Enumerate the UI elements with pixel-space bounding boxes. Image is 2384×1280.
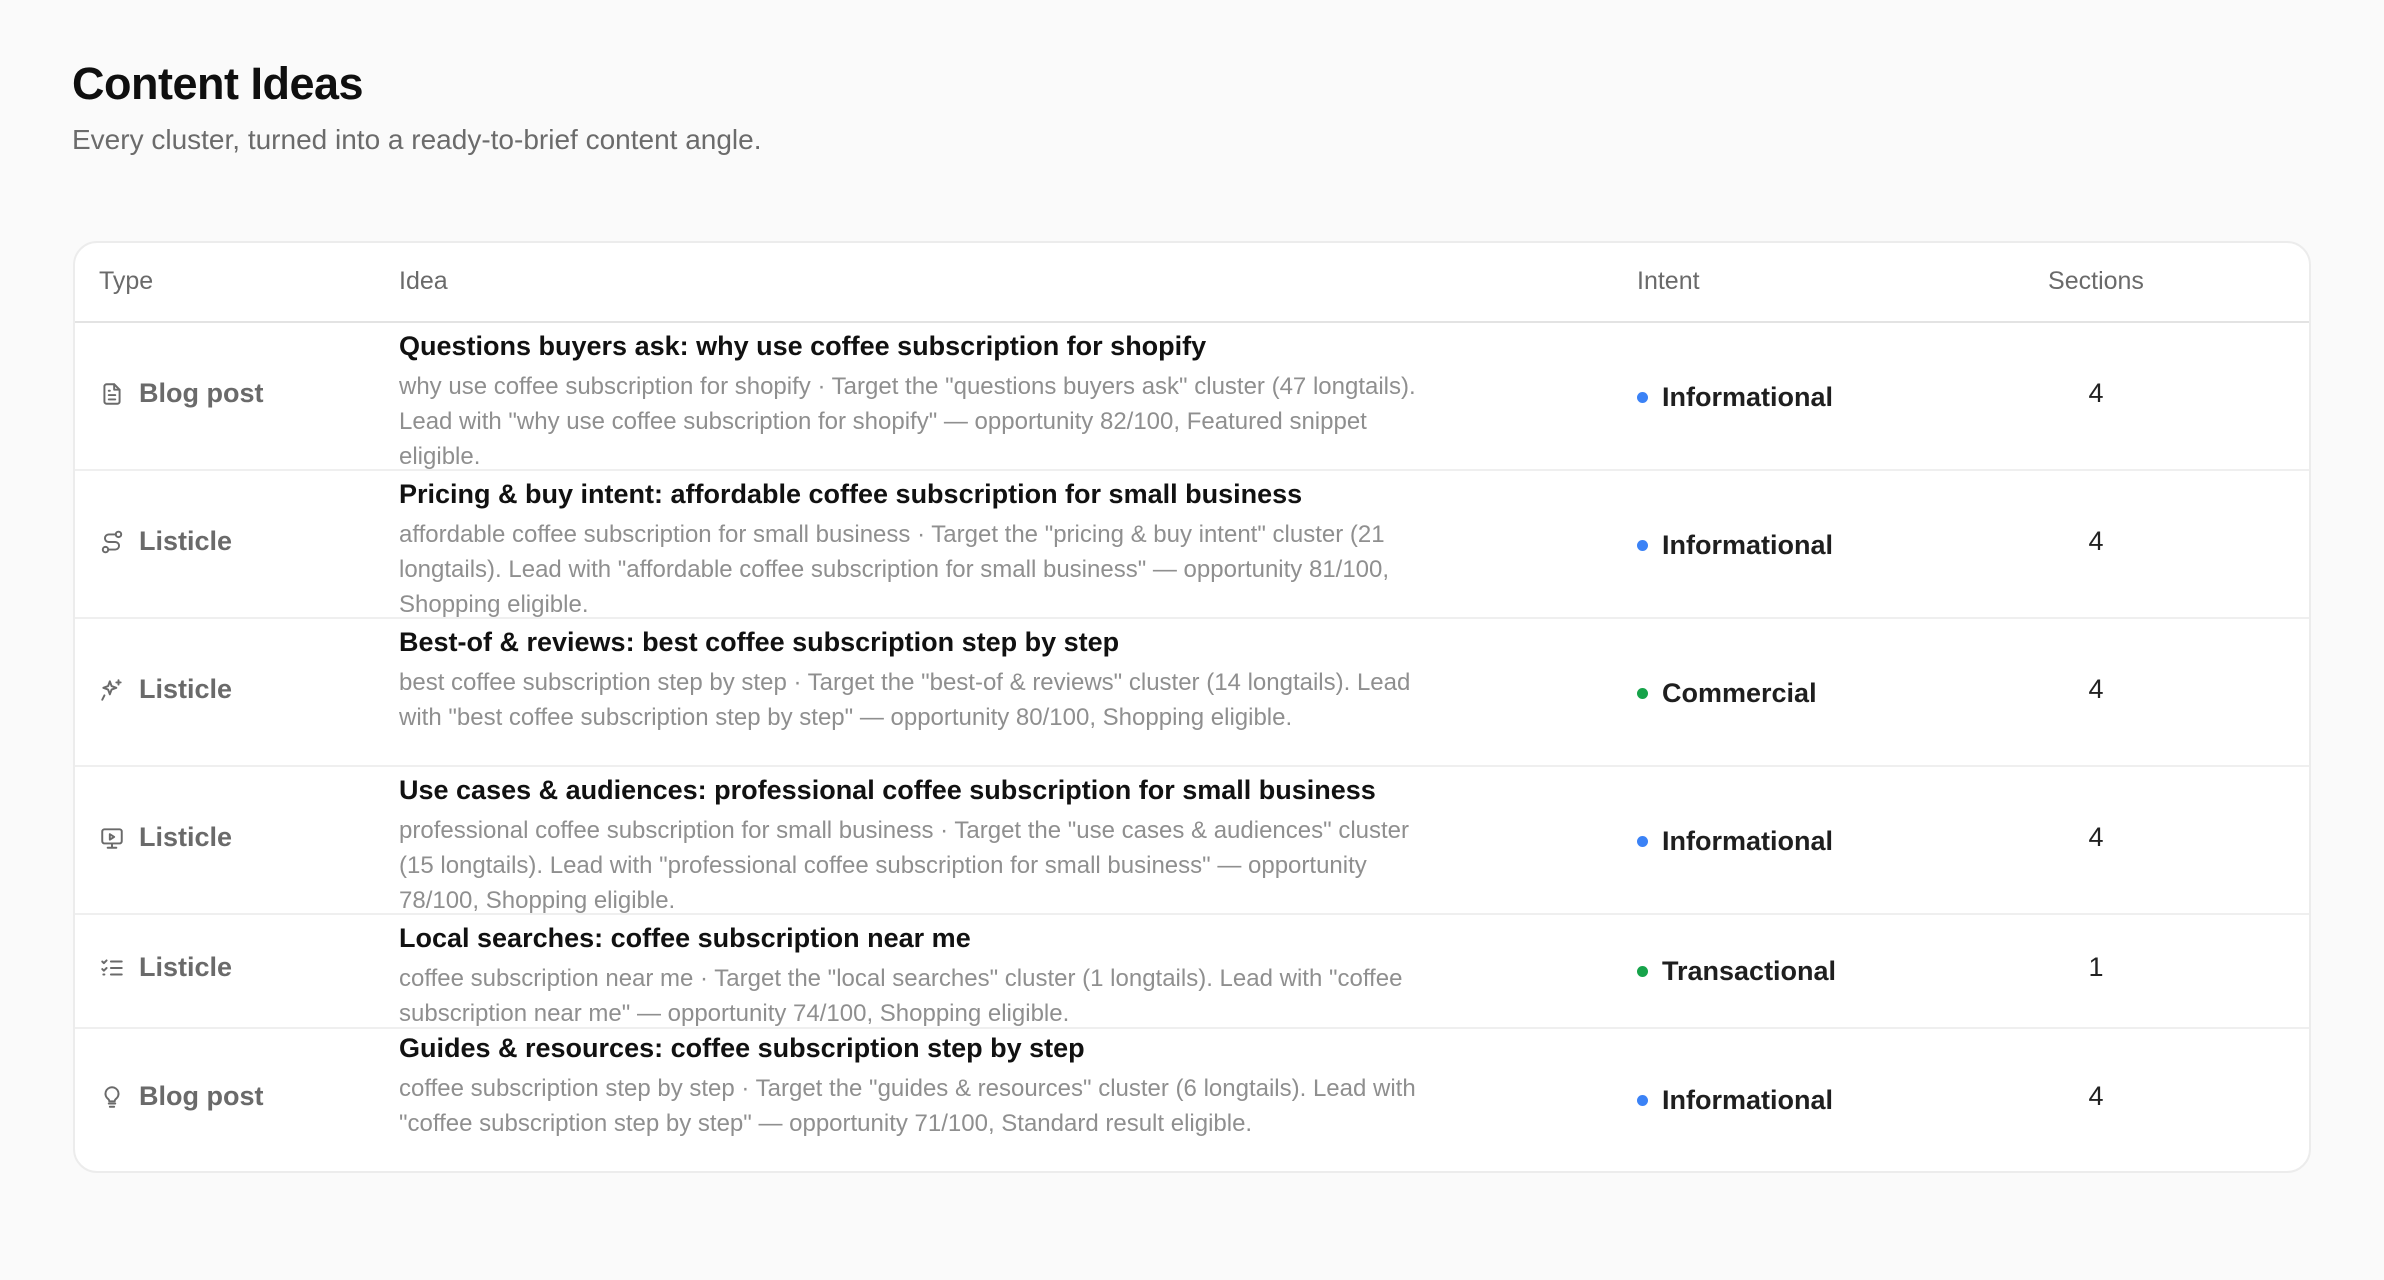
idea-cell: Use cases & audiences: professional coff… — [399, 773, 1439, 918]
intent-label: Transactional — [1662, 956, 1837, 986]
intent-dot — [1637, 836, 1648, 847]
sections-count: 4 — [2088, 822, 2104, 852]
page-title: Content Ideas — [72, 58, 364, 109]
route-icon — [99, 529, 125, 555]
type-cell: Blog post — [99, 378, 263, 409]
intent-cell: Informational — [1637, 382, 1833, 413]
content-ideas-table: Type Idea Intent Sections Blog post Ques… — [73, 241, 2311, 1173]
idea-description: best coffee subscription step by step · … — [399, 669, 1411, 731]
type-label: Listicle — [139, 526, 233, 556]
intent-label: Informational — [1662, 1085, 1834, 1115]
checklist-icon — [99, 955, 125, 981]
sections-count: 1 — [2088, 952, 2104, 982]
document-icon — [99, 381, 125, 407]
sections-count: 4 — [2088, 378, 2104, 408]
column-header-type[interactable]: Type — [99, 267, 153, 296]
type-cell: Listicle — [99, 526, 232, 557]
idea-description: affordable coffee subscription for small… — [399, 521, 1390, 618]
idea-title[interactable]: Use cases & audiences: professional coff… — [399, 773, 1439, 807]
type-label: Blog post — [139, 1081, 264, 1111]
intent-cell: Informational — [1637, 826, 1833, 857]
table-row[interactable]: Listicle Best-of & reviews: best coffee … — [75, 619, 2309, 767]
type-label: Listicle — [139, 952, 233, 982]
idea-title[interactable]: Best-of & reviews: best coffee subscript… — [399, 625, 1439, 659]
type-label: Listicle — [139, 822, 233, 852]
intent-dot — [1637, 688, 1648, 699]
idea-title[interactable]: Questions buyers ask: why use coffee sub… — [399, 329, 1439, 363]
type-label: Listicle — [139, 674, 233, 704]
idea-title[interactable]: Guides & resources: coffee subscription … — [399, 1031, 1439, 1065]
table-row[interactable]: Listicle Pricing & buy intent: affordabl… — [75, 471, 2309, 619]
column-header-idea[interactable]: Idea — [399, 267, 448, 296]
intent-cell: Transactional — [1637, 956, 1836, 987]
presentation-icon — [99, 825, 125, 851]
column-header-sections[interactable]: Sections — [2009, 267, 2183, 296]
intent-cell: Informational — [1637, 1085, 1833, 1116]
idea-cell: Local searches: coffee subscription near… — [399, 921, 1439, 1031]
intent-label: Informational — [1662, 382, 1834, 412]
idea-description: coffee subscription near me · Target the… — [399, 965, 1403, 1027]
idea-description: why use coffee subscription for shopify … — [399, 373, 1416, 470]
idea-description: professional coffee subscription for sma… — [399, 817, 1410, 914]
intent-label: Commercial — [1662, 678, 1817, 708]
idea-cell: Questions buyers ask: why use coffee sub… — [399, 329, 1439, 474]
type-label: Blog post — [139, 378, 264, 408]
table-header: Type Idea Intent Sections — [75, 243, 2309, 323]
intent-dot — [1637, 540, 1648, 551]
table-row[interactable]: Blog post Guides & resources: coffee sub… — [75, 1029, 2309, 1171]
idea-cell: Pricing & buy intent: affordable coffee … — [399, 477, 1439, 622]
idea-cell: Guides & resources: coffee subscription … — [399, 1031, 1439, 1141]
content-ideas-page: Content Ideas Every cluster, turned into… — [0, 0, 2384, 1280]
idea-title[interactable]: Pricing & buy intent: affordable coffee … — [399, 477, 1439, 511]
intent-label: Informational — [1662, 826, 1834, 856]
column-header-intent[interactable]: Intent — [1637, 267, 1700, 296]
table-row[interactable]: Blog post Questions buyers ask: why use … — [75, 323, 2309, 471]
type-cell: Listicle — [99, 674, 232, 705]
page-subtitle: Every cluster, turned into a ready-to-br… — [72, 124, 762, 155]
sparkles-icon — [99, 677, 125, 703]
intent-dot — [1637, 966, 1648, 977]
sections-count: 4 — [2088, 1081, 2104, 1111]
idea-description: coffee subscription step by step · Targe… — [399, 1075, 1416, 1137]
lightbulb-icon — [99, 1084, 125, 1110]
table-row[interactable]: Listicle Use cases & audiences: professi… — [75, 767, 2309, 915]
table-row[interactable]: Listicle Local searches: coffee subscrip… — [75, 915, 2309, 1029]
intent-dot — [1637, 1095, 1648, 1106]
sections-count: 4 — [2088, 674, 2104, 704]
type-cell: Listicle — [99, 952, 232, 983]
intent-cell: Commercial — [1637, 678, 1817, 709]
sections-count: 4 — [2088, 526, 2104, 556]
idea-cell: Best-of & reviews: best coffee subscript… — [399, 625, 1439, 735]
intent-dot — [1637, 392, 1648, 403]
idea-title[interactable]: Local searches: coffee subscription near… — [399, 921, 1439, 955]
intent-cell: Informational — [1637, 530, 1833, 561]
intent-label: Informational — [1662, 530, 1834, 560]
type-cell: Listicle — [99, 822, 232, 853]
type-cell: Blog post — [99, 1081, 263, 1112]
